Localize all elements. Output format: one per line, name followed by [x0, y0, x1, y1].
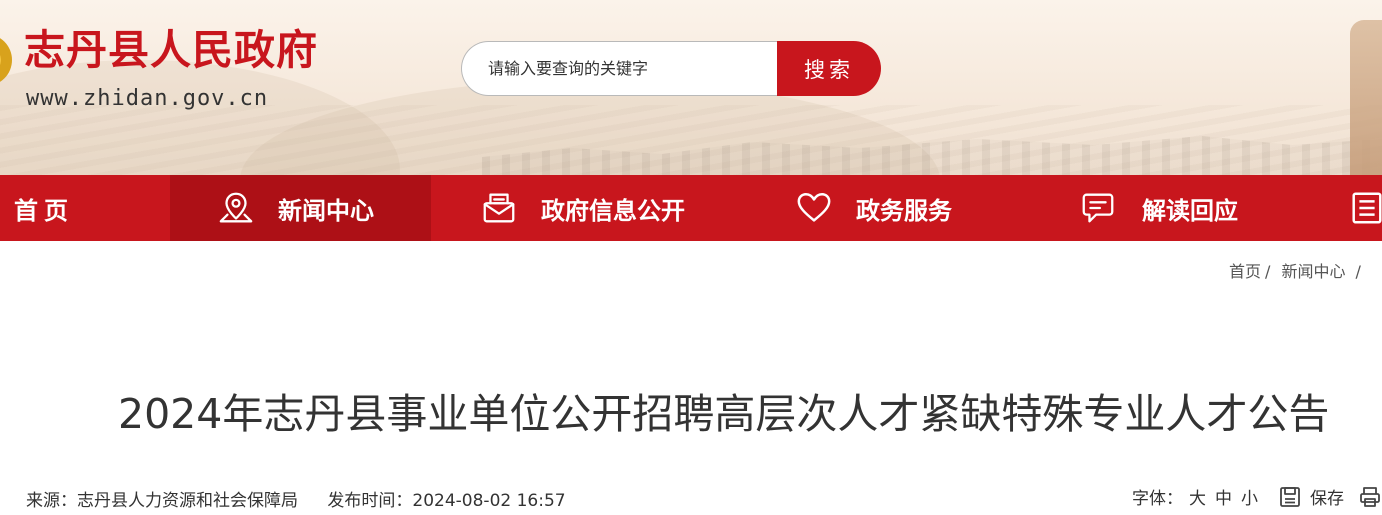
- source-field: 来源：志丹县人力资源和社会保障局: [26, 491, 298, 511]
- mail-icon: [479, 188, 519, 228]
- nav-item-more[interactable]: [1318, 175, 1382, 241]
- source-label: 来源：: [26, 491, 77, 511]
- nav-item-label: 政务服务: [856, 196, 952, 225]
- article-tools: 字体： 大 中 小 保存: [1132, 484, 1382, 509]
- date-value: 2024-08-02 16:57: [412, 491, 566, 511]
- article-meta: 来源：志丹县人力资源和社会保障局 发布时间：2024-08-02 16:57: [26, 486, 590, 511]
- breadcrumb-separator: /: [1355, 262, 1361, 281]
- article-title: 2024年志丹县事业单位公开招聘高层次人才紧缺特殊专业人才公告: [118, 390, 1330, 438]
- chat-icon: [1078, 188, 1118, 228]
- heart-icon: [794, 188, 834, 228]
- search-input[interactable]: [461, 41, 777, 96]
- font-size-medium[interactable]: 中: [1215, 484, 1232, 509]
- nav-item-info-disclosure[interactable]: 政府信息公开: [431, 175, 744, 241]
- statue-image: [1350, 20, 1382, 175]
- font-size-label: 字体：: [1132, 489, 1183, 509]
- save-button[interactable]: 保存: [1310, 484, 1344, 509]
- source-value: 志丹县人力资源和社会保障局: [77, 491, 298, 511]
- main-nav: 首页 新闻中心 政府信息公开 政务服务 解读回应: [0, 175, 1382, 241]
- site-url: www.zhidan.gov.cn: [26, 86, 269, 111]
- site-title[interactable]: 志丹县人民政府: [24, 30, 318, 71]
- breadcrumb-separator: /: [1265, 262, 1271, 281]
- nav-item-label: 首页: [14, 196, 74, 225]
- save-icon[interactable]: [1278, 485, 1302, 509]
- font-size-large[interactable]: 大: [1189, 484, 1206, 509]
- nav-item-gov-service[interactable]: 政务服务: [744, 175, 1028, 241]
- nav-item-home[interactable]: 首页: [0, 175, 170, 241]
- document-icon: [1348, 188, 1382, 228]
- nav-item-label: 新闻中心: [278, 196, 374, 225]
- search-box: 搜索: [461, 41, 881, 96]
- site-header: 志丹县人民政府 www.zhidan.gov.cn 搜索: [0, 0, 1382, 175]
- breadcrumb: 首页 / 新闻中心 /: [1229, 258, 1367, 282]
- font-size-small[interactable]: 小: [1241, 484, 1258, 509]
- location-pin-icon: [216, 188, 256, 228]
- breadcrumb-news[interactable]: 新闻中心: [1282, 262, 1346, 281]
- breadcrumb-home[interactable]: 首页: [1229, 262, 1261, 281]
- nav-item-interpretation[interactable]: 解读回应: [1028, 175, 1318, 241]
- nav-item-label: 政府信息公开: [541, 196, 685, 225]
- nav-item-news[interactable]: 新闻中心: [170, 175, 431, 241]
- nav-item-label: 解读回应: [1142, 196, 1238, 225]
- date-field: 发布时间：2024-08-02 16:57: [327, 491, 565, 511]
- date-label: 发布时间：: [327, 491, 413, 511]
- search-button[interactable]: 搜索: [777, 41, 881, 96]
- print-icon[interactable]: [1358, 485, 1382, 509]
